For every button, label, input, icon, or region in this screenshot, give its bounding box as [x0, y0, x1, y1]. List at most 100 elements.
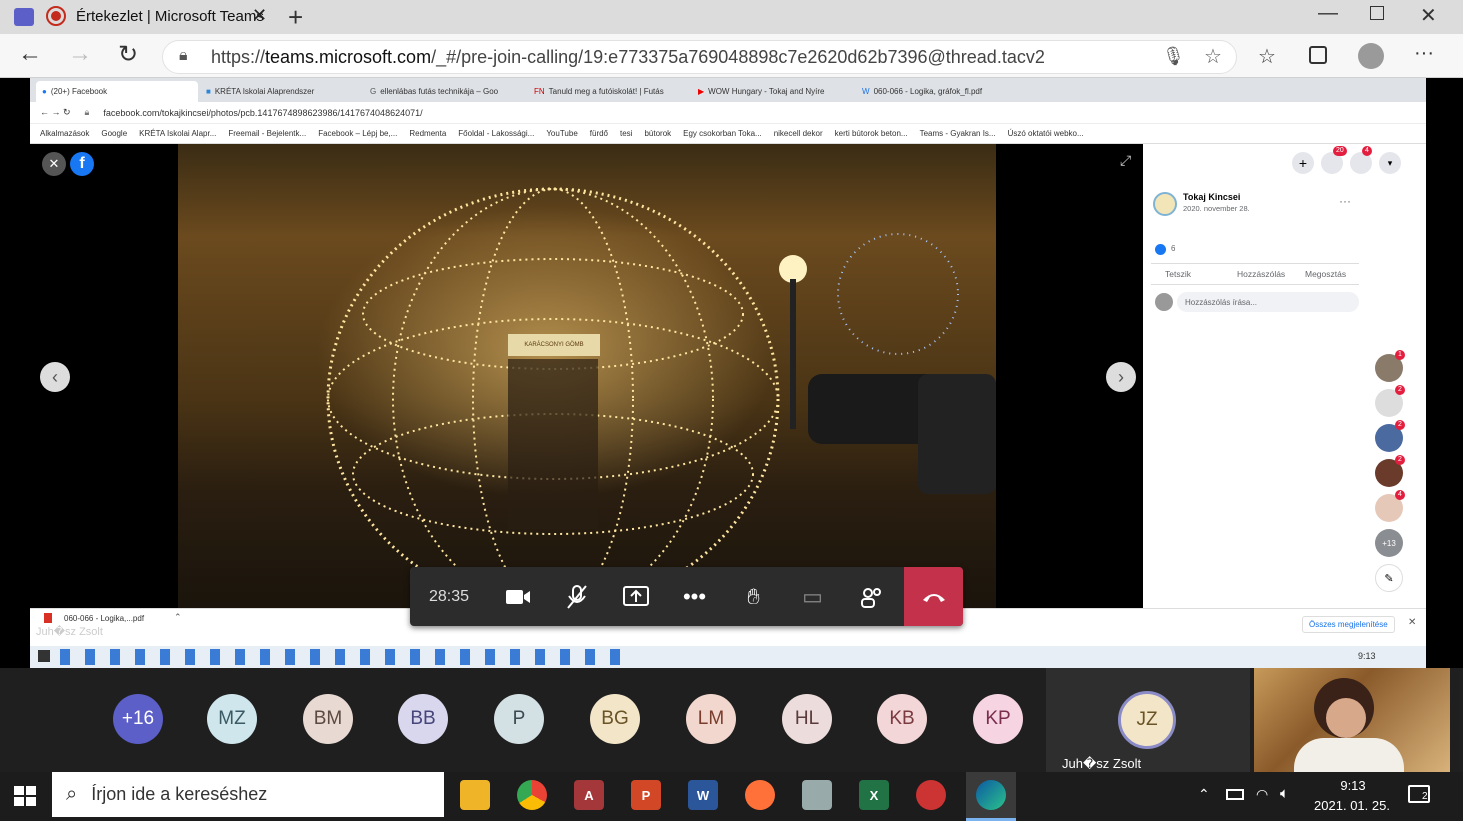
- chrome-icon[interactable]: [517, 780, 547, 810]
- shared-tab-kreta: ■ KRÉTA Iskolai Alaprendszer: [206, 87, 315, 96]
- raise-hand-icon[interactable]: ✋︎: [724, 567, 783, 626]
- shared-windows-taskbar: 9:13: [30, 646, 1426, 668]
- contact-avatar: 2: [1375, 455, 1405, 487]
- share-screen-icon[interactable]: [606, 567, 665, 626]
- divider: [1151, 284, 1359, 285]
- participant-avatar[interactable]: +16: [113, 694, 163, 744]
- mic-muted-icon[interactable]: [547, 567, 606, 626]
- edge-active-tile[interactable]: [966, 772, 1016, 821]
- microphone-icon[interactable]: 🎙︎: [1162, 46, 1185, 67]
- participant-avatar[interactable]: BM: [303, 694, 353, 744]
- favorites-icon[interactable]: ☆: [1258, 44, 1276, 69]
- participant-avatar[interactable]: HL: [782, 694, 832, 744]
- more-contacts: +13: [1375, 529, 1403, 557]
- active-speaker-tile[interactable]: JZ Juh�sz Zsolt: [1046, 668, 1250, 772]
- reload-icon[interactable]: ↻: [118, 40, 138, 69]
- shared-bookmarks-bar: Alkalmazások Google KRÉTA Iskolai Alapr...…: [30, 124, 1426, 144]
- create-icon: +: [1292, 152, 1314, 174]
- back-icon[interactable]: ←: [18, 40, 42, 68]
- firefox-icon[interactable]: [745, 780, 775, 810]
- shared-address-bar: ← → ↻ 🔒︎ facebook.com/tokajkincsei/photos/…: [30, 102, 1426, 124]
- restore-icon[interactable]: [1370, 6, 1384, 20]
- shared-tab-facebook: ● (20+) Facebook: [36, 81, 198, 102]
- account-menu-icon: ▾: [1379, 152, 1401, 174]
- close-tab-icon[interactable]: ✕: [252, 5, 267, 26]
- contact-avatar: 4: [1375, 490, 1405, 522]
- new-tab-icon[interactable]: +: [288, 2, 303, 33]
- user-avatar: [1155, 293, 1173, 311]
- share-button: Megosztás: [1305, 269, 1347, 279]
- wifi-icon[interactable]: ◠: [1256, 786, 1268, 803]
- url-path: /_#/pre-join-calling/19:e773375a76904889…: [431, 46, 1045, 67]
- close-window-icon[interactable]: ✕: [1420, 3, 1437, 28]
- camera-icon[interactable]: [488, 567, 547, 626]
- previous-photo-icon: ‹: [40, 362, 70, 392]
- shared-tab-strip: ● (20+) Facebook ■ KRÉTA Iskolai Alaprends…: [30, 78, 1426, 102]
- word-icon[interactable]: W: [688, 780, 718, 810]
- taskbar-clock[interactable]: 9:13: [1326, 778, 1380, 793]
- post-date: 2020. november 28.: [1183, 204, 1250, 213]
- call-timer: 28:35: [428, 587, 470, 605]
- url-bar[interactable]: 🔒︎ https://teams.microsoft.com/_#/pre-jo…: [162, 40, 1237, 74]
- post-side-panel: + 20 4 ▾ Tokaj Kincsei 2020. november 28…: [1143, 144, 1426, 608]
- taskbar-search-box[interactable]: ⌕ Írjon ide a kereséshez: [52, 772, 444, 817]
- person-body: [1294, 738, 1404, 772]
- person-face: [1326, 698, 1366, 738]
- participant-avatar[interactable]: BG: [590, 694, 640, 744]
- contact-avatar: 2: [1375, 385, 1405, 417]
- participant-avatar[interactable]: LM: [686, 694, 736, 744]
- download-filename: 060-066 - Logika,...pdf: [64, 614, 145, 623]
- volume-icon[interactable]: 🔈︎: [1280, 785, 1289, 802]
- speaker-name: Juh�sz Zsolt: [1062, 756, 1142, 771]
- favorite-add-icon[interactable]: ☆: [1204, 44, 1222, 69]
- inner-clock: 9:13: [1358, 651, 1376, 661]
- browser-tab-strip: Értekezlet | Microsoft Teams ✕ + — ✕: [0, 0, 1463, 34]
- fullscreen-icon: ⤢: [1120, 152, 1132, 168]
- participant-avatar[interactable]: BB: [398, 694, 448, 744]
- start-icon[interactable]: [14, 786, 36, 806]
- self-video-tile[interactable]: [1254, 668, 1450, 772]
- call-controls: 28:35 ••• ✋︎ ▭: [410, 567, 963, 626]
- participant-avatar[interactable]: P: [494, 694, 544, 744]
- post-page-name: Tokaj Kincsei: [1183, 192, 1241, 202]
- minimize-icon[interactable]: —: [1318, 2, 1338, 25]
- comment-button: Hozzászólás: [1237, 269, 1286, 279]
- hang-up-icon[interactable]: [904, 567, 963, 626]
- search-placeholder: Írjon ide a kereséshez: [91, 784, 268, 804]
- comment-input: Hozzászólás írása...: [1177, 292, 1359, 312]
- app-icon[interactable]: [916, 780, 946, 810]
- photo-sign: KARÁCSONYI GÖMB: [508, 334, 600, 356]
- taskbar-date[interactable]: 2021. 01. 25.: [1302, 798, 1402, 813]
- more-menu-icon[interactable]: ···: [1414, 42, 1434, 65]
- excel-icon[interactable]: X: [859, 780, 889, 810]
- facebook-logo-icon: f: [70, 152, 94, 176]
- access-icon[interactable]: A: [574, 780, 604, 810]
- teams-icon: [14, 8, 34, 26]
- next-photo-icon: ›: [1106, 362, 1136, 392]
- lock-icon: 🔒︎: [179, 47, 188, 64]
- powerpoint-icon[interactable]: P: [631, 780, 661, 810]
- participants-icon[interactable]: [842, 567, 901, 626]
- recording-icon: [46, 6, 66, 26]
- chevron-up-icon[interactable]: ⌃: [1198, 786, 1210, 803]
- participant-avatar[interactable]: KB: [877, 694, 927, 744]
- battery-icon[interactable]: [1226, 789, 1244, 800]
- like-reaction-icon: [1155, 244, 1166, 255]
- profile-avatar[interactable]: [1358, 43, 1384, 69]
- file-explorer-icon[interactable]: [460, 780, 490, 810]
- messenger-icon: 20: [1321, 146, 1347, 174]
- participant-avatar[interactable]: KP: [973, 694, 1023, 744]
- paint-icon[interactable]: [802, 780, 832, 810]
- notifications-icon: 4: [1350, 146, 1372, 174]
- tab-title[interactable]: Értekezlet | Microsoft Teams: [76, 8, 264, 25]
- notifications-icon[interactable]: 2: [1408, 785, 1430, 803]
- participant-avatar[interactable]: MZ: [207, 694, 257, 744]
- forward-icon[interactable]: →: [68, 40, 92, 68]
- close-viewer-icon: ✕: [42, 152, 66, 176]
- more-actions-icon[interactable]: •••: [665, 567, 724, 626]
- new-message-icon: ✎: [1375, 564, 1403, 592]
- show-all-downloads: Összes megjelenítése: [1302, 616, 1395, 633]
- chat-icon[interactable]: ▭: [783, 567, 842, 626]
- collections-icon[interactable]: [1309, 46, 1327, 64]
- close-downloads-icon: ✕: [1408, 617, 1417, 628]
